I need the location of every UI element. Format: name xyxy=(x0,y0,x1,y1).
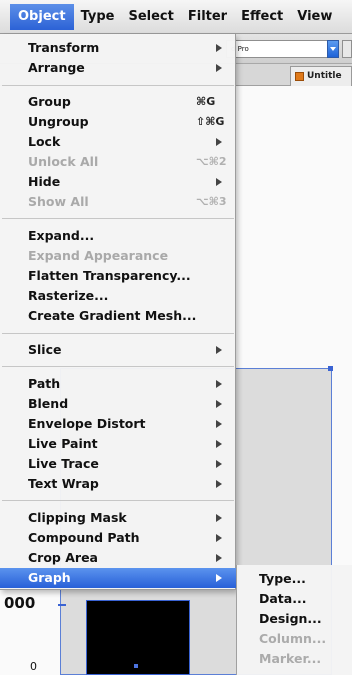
menu-item-label: Slice xyxy=(28,342,62,357)
submenu-item-design[interactable]: Design... xyxy=(237,609,352,628)
menu-item-graph[interactable]: Graph xyxy=(0,568,236,588)
menu-item-label: Live Paint xyxy=(28,436,98,451)
submenu-arrow-icon xyxy=(216,514,222,522)
submenu-arrow-icon xyxy=(216,400,222,408)
menu-item-label: Graph xyxy=(28,570,71,585)
column-anchor-point[interactable] xyxy=(134,664,138,668)
menu-item-path[interactable]: Path xyxy=(0,374,236,394)
document-tab[interactable]: Untitle xyxy=(290,66,352,86)
menu-type[interactable]: Type xyxy=(74,4,122,30)
submenu-arrow-icon xyxy=(216,480,222,488)
graph-submenu: Type... Data... Design... Column... Mark… xyxy=(236,565,352,675)
menu-item-clipping-mask[interactable]: Clipping Mask xyxy=(0,508,236,528)
axis-tick-label: 000 xyxy=(4,594,36,612)
menu-item-label: Envelope Distort xyxy=(28,416,146,431)
menu-select[interactable]: Select xyxy=(121,4,180,30)
submenu-arrow-icon xyxy=(216,440,222,448)
menu-item-label: Hide xyxy=(28,174,61,189)
submenu-arrow-icon xyxy=(216,178,222,186)
menu-bar: Object Type Select Filter Effect View xyxy=(0,0,352,34)
font-field[interactable]: d Pro xyxy=(226,40,338,58)
menu-item-label: Crop Area xyxy=(28,550,98,565)
menu-item-label: Rasterize... xyxy=(28,288,109,303)
menu-item-expand[interactable]: Expand... xyxy=(0,226,236,246)
menu-effect[interactable]: Effect xyxy=(234,4,290,30)
menu-item-shortcut: ⌥⌘2 xyxy=(196,155,227,168)
submenu-arrow-icon xyxy=(216,554,222,562)
menu-filter[interactable]: Filter xyxy=(181,4,234,30)
menu-item-group[interactable]: Group ⌘G xyxy=(0,92,236,112)
submenu-arrow-icon xyxy=(216,64,222,72)
menu-item-shortcut: ⌘G xyxy=(196,95,216,108)
submenu-arrow-icon xyxy=(216,138,222,146)
menu-item-shortcut: ⌥⌘3 xyxy=(196,195,227,208)
menu-item-lock[interactable]: Lock xyxy=(0,132,236,152)
submenu-arrow-icon xyxy=(216,420,222,428)
menu-item-label: Ungroup xyxy=(28,114,89,129)
menu-item-flatten-transparency[interactable]: Flatten Transparency... xyxy=(0,266,236,286)
menu-item-transform[interactable]: Transform xyxy=(0,38,236,58)
menu-item-compound-path[interactable]: Compound Path xyxy=(0,528,236,548)
menu-separator xyxy=(2,85,234,86)
menu-item-label: Compound Path xyxy=(28,530,140,545)
menu-item-label: Transform xyxy=(28,40,100,55)
menu-item-text-wrap[interactable]: Text Wrap xyxy=(0,474,236,494)
menu-item-label: Text Wrap xyxy=(28,476,99,491)
menu-item-unlock-all: Unlock All ⌥⌘2 xyxy=(0,152,236,172)
font-style-field[interactable] xyxy=(342,40,352,58)
menu-item-blend[interactable]: Blend xyxy=(0,394,236,414)
menu-object[interactable]: Object xyxy=(10,3,74,30)
menu-item-label: Unlock All xyxy=(28,154,99,169)
menu-item-crop-area[interactable]: Crop Area xyxy=(0,548,236,568)
submenu-arrow-icon xyxy=(216,534,222,542)
menu-item-label: Expand Appearance xyxy=(28,248,169,263)
submenu-arrow-icon xyxy=(216,346,222,354)
selection-anchor-point[interactable] xyxy=(328,366,333,371)
menu-item-rasterize[interactable]: Rasterize... xyxy=(0,286,236,306)
submenu-arrow-icon xyxy=(216,574,222,582)
menu-item-label: Group xyxy=(28,94,71,109)
menu-item-show-all: Show All ⌥⌘3 xyxy=(0,192,236,212)
submenu-item-type[interactable]: Type... xyxy=(237,569,352,588)
menu-item-label: Live Trace xyxy=(28,456,99,471)
menu-item-label: Clipping Mask xyxy=(28,510,127,525)
menu-separator xyxy=(2,333,234,334)
submenu-item-data[interactable]: Data... xyxy=(237,589,352,608)
submenu-arrow-icon xyxy=(216,380,222,388)
menu-item-label: Create Gradient Mesh... xyxy=(28,308,197,323)
menu-item-label: Lock xyxy=(28,134,61,149)
menu-separator xyxy=(2,366,234,367)
menu-separator xyxy=(2,218,234,219)
menu-item-live-paint[interactable]: Live Paint xyxy=(0,434,236,454)
menu-item-label: Show All xyxy=(28,194,89,209)
menu-item-shortcut: ⇧⌘G xyxy=(196,115,225,128)
menu-separator xyxy=(2,500,234,501)
menu-item-slice[interactable]: Slice xyxy=(0,340,236,360)
menu-item-hide[interactable]: Hide xyxy=(0,172,236,192)
graph-column[interactable] xyxy=(86,600,190,675)
menu-item-label: Arrange xyxy=(28,60,85,75)
menu-item-label: Flatten Transparency... xyxy=(28,268,191,283)
axis-zero-label: 0 xyxy=(30,660,37,673)
submenu-arrow-icon xyxy=(216,460,222,468)
menu-item-envelope-distort[interactable]: Envelope Distort xyxy=(0,414,236,434)
menu-item-ungroup[interactable]: Ungroup ⇧⌘G xyxy=(0,112,236,132)
menu-item-create-gradient-mesh[interactable]: Create Gradient Mesh... xyxy=(0,306,236,326)
submenu-arrow-icon xyxy=(216,44,222,52)
document-icon xyxy=(295,72,304,81)
menu-item-expand-appearance: Expand Appearance xyxy=(0,246,236,266)
submenu-item-column: Column... xyxy=(259,631,327,646)
menu-item-label: Expand... xyxy=(28,228,95,243)
menu-item-live-trace[interactable]: Live Trace xyxy=(0,454,236,474)
font-dropdown-button[interactable] xyxy=(327,40,339,58)
submenu-item-marker: Marker... xyxy=(259,651,322,666)
menu-item-arrange[interactable]: Arrange xyxy=(0,58,236,78)
object-menu: Transform Arrange Group ⌘G Ungroup ⇧⌘G L… xyxy=(0,34,236,590)
document-tab-label: Untitle xyxy=(307,71,342,81)
axis-tick-mark xyxy=(58,604,66,606)
menu-item-label: Path xyxy=(28,376,61,391)
menu-item-label: Blend xyxy=(28,396,69,411)
menu-view[interactable]: View xyxy=(290,4,339,30)
